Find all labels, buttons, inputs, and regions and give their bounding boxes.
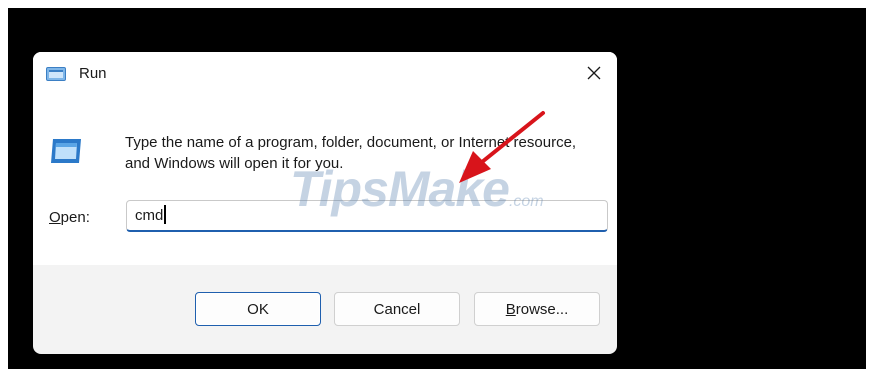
browse-accesskey: B [505, 300, 516, 318]
cancel-button[interactable]: Cancel [334, 292, 460, 326]
ok-button-label: OK [247, 300, 269, 318]
title-bar[interactable]: Run [33, 52, 617, 96]
screenshot-canvas: Run Type the name of a program, folder, … [0, 0, 870, 373]
cancel-button-label: Cancel [373, 300, 421, 318]
text-caret [164, 205, 167, 224]
browse-button[interactable]: Browse... [474, 292, 600, 326]
run-large-icon [49, 138, 83, 164]
open-label-text: pen: [60, 209, 90, 226]
open-input[interactable]: cmd [126, 200, 608, 232]
close-icon [587, 66, 601, 85]
browse-button-label: rowse... [515, 300, 569, 318]
window-title: Run [79, 65, 107, 82]
dialog-description: Type the name of a program, folder, docu… [125, 134, 577, 172]
open-input-value: cmd [135, 207, 164, 224]
run-dialog: Run Type the name of a program, folder, … [33, 52, 617, 354]
open-label-accesskey: O [49, 209, 61, 226]
open-field-label: Open: [49, 209, 90, 226]
run-app-icon [46, 67, 66, 81]
ok-button[interactable]: OK [195, 292, 321, 326]
close-button[interactable] [581, 62, 607, 88]
